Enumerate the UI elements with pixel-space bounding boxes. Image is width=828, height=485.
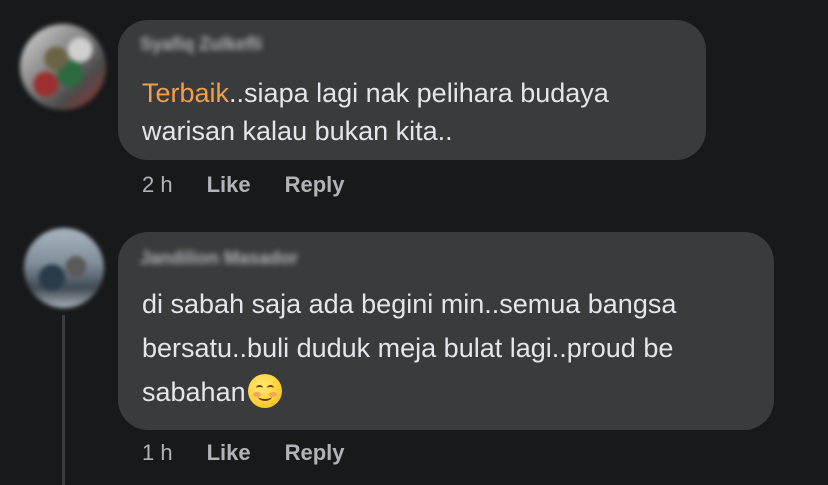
highlighted-word: Terbaik [142, 78, 230, 108]
avatar[interactable] [20, 24, 106, 110]
thread-connector-line [62, 315, 65, 485]
comment-author-name[interactable]: Jandilion Masador [140, 248, 298, 269]
comment-body-text: di sabah saja ada begini min..semua bang… [142, 289, 677, 363]
reply-button[interactable]: Reply [285, 440, 345, 466]
comment-bubble: Jandilion Masador di sabah saja ada begi… [118, 232, 774, 430]
comment-text: Terbaik..siapa lagi nak pelihara budaya … [142, 74, 702, 150]
like-button[interactable]: Like [207, 172, 251, 198]
comment-body-text-end: sabahan [142, 377, 246, 407]
comment-bubble: Syafiq Zulkefli Terbaik..siapa lagi nak … [118, 20, 706, 160]
comment-author-name[interactable]: Syafiq Zulkefli [140, 34, 262, 55]
comment-text: di sabah saja ada begini min..semua bang… [142, 282, 762, 414]
smiling-face-emoji-icon [247, 374, 282, 408]
comment-actions: 1 h Like Reply [142, 440, 379, 466]
comment-timestamp[interactable]: 2 h [142, 172, 173, 198]
comment-actions: 2 h Like Reply [142, 172, 379, 198]
like-button[interactable]: Like [207, 440, 251, 466]
comment-timestamp[interactable]: 1 h [142, 440, 173, 466]
avatar[interactable] [24, 228, 104, 308]
reply-button[interactable]: Reply [285, 172, 345, 198]
